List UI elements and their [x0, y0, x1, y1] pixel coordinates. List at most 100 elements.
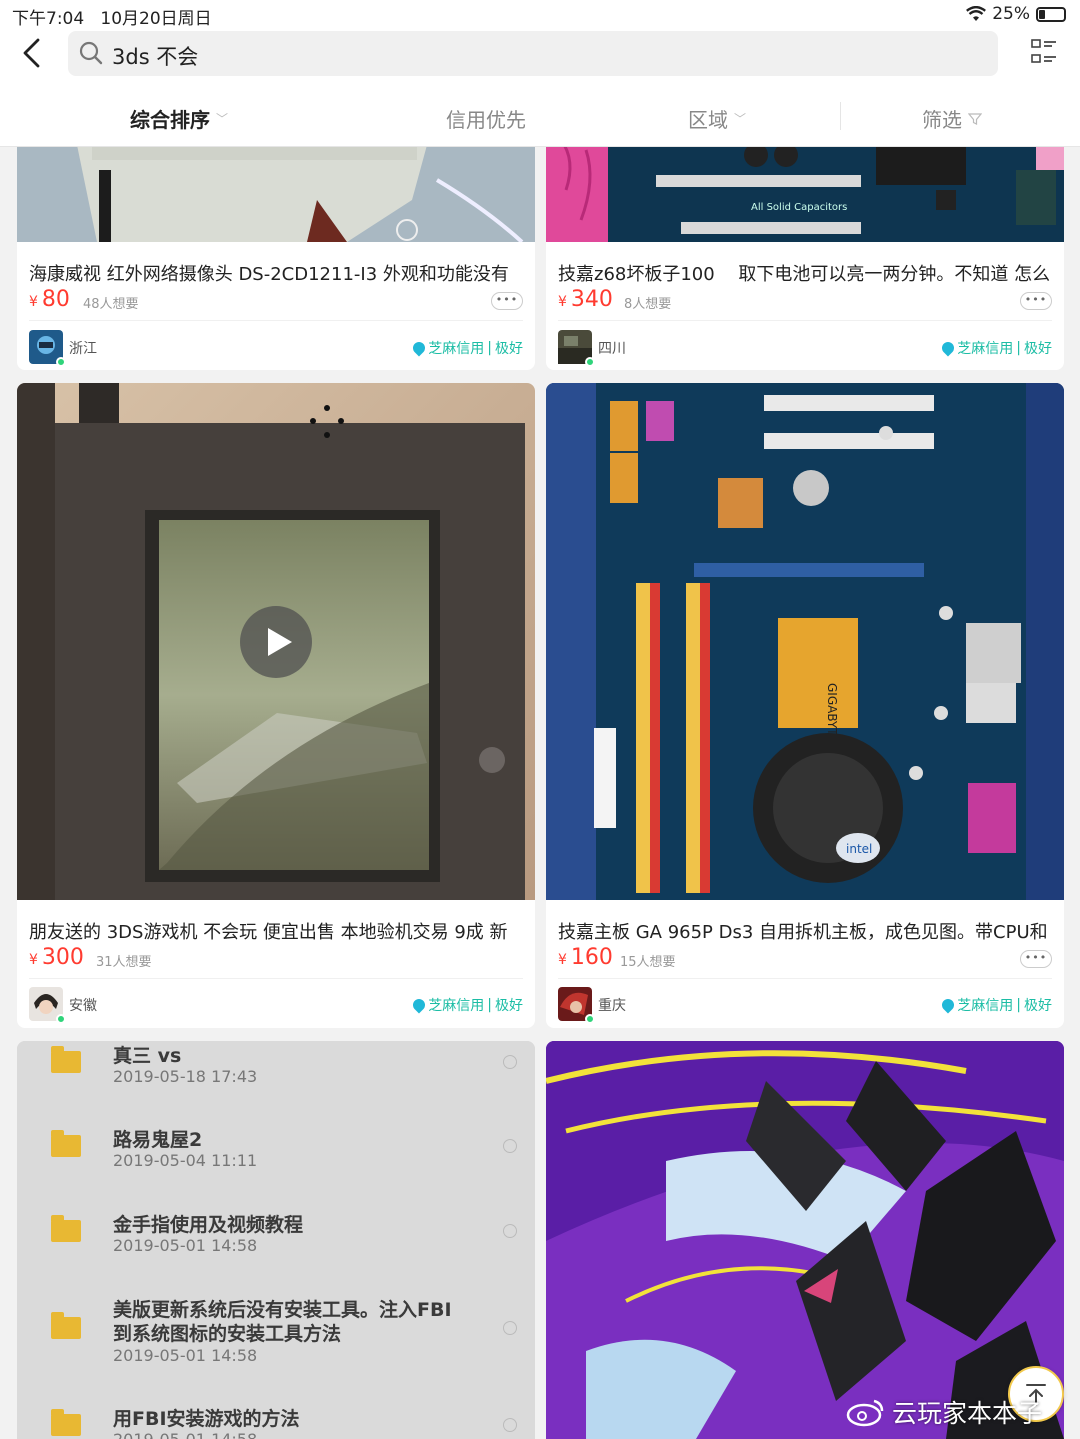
listing-card[interactable]: [546, 1041, 1064, 1439]
filter-bar: 综合排序 ﹀ 信用优先 区域 ﹀ 筛选: [0, 86, 1080, 146]
play-button[interactable]: [240, 606, 312, 678]
tab-credit-priority[interactable]: 信用优先: [446, 104, 526, 133]
listing-title: 技嘉z68坏板子100 取下电池可以亮一两分钟。不知道 怎么: [558, 264, 1051, 285]
folder-item: 路易鬼屋2 2019-05-04 11:11: [47, 1125, 517, 1185]
folder-item: 美版更新系统后没有安装工具。注入FBI 到系统图标的安装工具方法 2019-05…: [47, 1295, 517, 1385]
avatar: [29, 330, 66, 367]
listing-price: ¥160: [558, 945, 613, 970]
price-value: 300: [41, 945, 84, 970]
divider: [558, 320, 1052, 321]
tab-sort-label: 综合排序: [130, 108, 210, 132]
divider: [29, 978, 523, 979]
credit-label: 芝麻信用: [957, 341, 1014, 357]
seller-region: 重庆: [598, 998, 626, 1014]
listing-price: ¥300: [29, 945, 84, 970]
price-value: 160: [570, 945, 613, 970]
listing-card[interactable]: 朋友送的 3DS游戏机 不会玩 便宜出售 本地验机交易 9成 新 ¥300 31…: [17, 383, 535, 1028]
listing-image: 真三 vs 2019-05-18 17:43 路易鬼屋2 2019-05-04 …: [17, 1041, 535, 1439]
folder-icon: [51, 1046, 81, 1073]
online-dot: [585, 357, 595, 367]
more-options-button[interactable]: •••: [491, 292, 523, 310]
listing-image: GIGABYTE intel: [546, 383, 1064, 900]
seller-info[interactable]: 浙江 芝麻信用 | 极好: [29, 330, 523, 367]
radio-icon: [503, 1055, 517, 1069]
seller-region: 浙江: [69, 341, 97, 357]
credit-label: 芝麻信用: [428, 998, 485, 1014]
credit-level: 极好: [1024, 998, 1052, 1014]
svg-text:intel: intel: [846, 842, 872, 856]
folder-item: 金手指使用及视频教程 2019-05-01 14:58: [47, 1210, 517, 1270]
listing-card[interactable]: 真三 vs 2019-05-18 17:43 路易鬼屋2 2019-05-04 …: [17, 1041, 535, 1439]
folder-name: 美版更新系统后没有安装工具。注入FBI: [113, 1299, 452, 1321]
credit-badge: 芝麻信用 | 极好: [410, 995, 523, 1015]
funnel-icon: [968, 112, 982, 125]
credit-level: 极好: [495, 998, 523, 1014]
listing-card[interactable]: GIGABYTE intel 技嘉主板 GA 965P Ds3 自用拆机主板，成…: [546, 383, 1064, 1028]
play-icon: [268, 628, 292, 656]
folder-date: 2019-05-01 14:58: [113, 1430, 257, 1439]
online-dot: [56, 357, 66, 367]
watermark: 云玩家本本子: [846, 1394, 1042, 1430]
want-count: 31人想要: [96, 955, 152, 970]
folder-icon: [51, 1312, 81, 1339]
seller-info[interactable]: 四川 芝麻信用 | 极好: [558, 330, 1052, 367]
battery-icon: [1036, 6, 1066, 22]
avatar: [558, 330, 595, 367]
search-query: 3ds 不会: [112, 45, 199, 69]
credit-level: 极好: [1024, 341, 1052, 357]
battery-percent: 25%: [992, 4, 1030, 24]
search-icon: [79, 41, 103, 65]
listing-title: 技嘉主板 GA 965P Ds3 自用拆机主板，成色见图。带CPU和: [558, 922, 1048, 943]
seller-info[interactable]: 重庆 芝麻信用 | 极好: [558, 987, 1052, 1024]
sesame-credit-icon: [410, 996, 428, 1014]
want-count: 48人想要: [83, 297, 139, 312]
clock-date: 10月20日周日: [100, 9, 212, 29]
tab-filter[interactable]: 筛选: [922, 104, 982, 133]
divider: [29, 320, 523, 321]
sesame-credit-icon: [939, 996, 957, 1014]
search-input[interactable]: 3ds 不会: [68, 31, 998, 76]
folder-date: 2019-05-01 14:58: [113, 1236, 258, 1255]
currency-symbol: ¥: [29, 952, 38, 968]
more-options-button[interactable]: •••: [1020, 292, 1052, 310]
tab-sort[interactable]: 综合排序 ﹀: [130, 104, 228, 133]
radio-icon: [503, 1418, 517, 1432]
svg-text:All Solid Capacitors: All Solid Capacitors: [751, 202, 847, 213]
seller-info[interactable]: 安徽 芝麻信用 | 极好: [29, 987, 523, 1024]
listing-image: [17, 383, 535, 900]
folder-icon: [51, 1130, 81, 1157]
listing-image: [546, 1041, 1064, 1439]
folder-date: 2019-05-04 11:11: [113, 1151, 258, 1170]
back-icon[interactable]: [16, 36, 50, 70]
listing-title: 朋友送的 3DS游戏机 不会玩 便宜出售 本地验机交易 9成 新: [29, 922, 508, 943]
tab-region-label: 区域: [688, 108, 728, 132]
price-value: 80: [41, 287, 70, 312]
listing-title: 海康威视 红外网络摄像头 DS-2CD1211-I3 外观和功能没有: [29, 264, 509, 285]
tab-credit-label: 信用优先: [446, 108, 526, 132]
tab-region[interactable]: 区域 ﹀: [688, 104, 746, 133]
folder-icon: [51, 1215, 81, 1242]
credit-badge: 芝麻信用 | 极好: [939, 995, 1052, 1015]
folder-icon: [51, 1409, 81, 1436]
folder-name: 真三 vs: [113, 1045, 182, 1067]
wifi-icon: [966, 6, 987, 21]
status-right: 25%: [966, 4, 1066, 24]
credit-label: 芝麻信用: [957, 998, 1014, 1014]
folder-item: 用FBI安装游戏的方法 2019-05-01 14:58: [47, 1404, 517, 1439]
radio-icon: [503, 1224, 517, 1238]
folder-date: 2019-05-01 14:58: [113, 1346, 258, 1365]
clock-time: 下午7:04: [12, 9, 85, 29]
credit-level: 极好: [495, 341, 523, 357]
more-options-button[interactable]: •••: [1020, 950, 1052, 968]
filter-divider: [840, 102, 841, 130]
folder-name: 金手指使用及视频教程: [113, 1214, 304, 1236]
list-view-icon[interactable]: [1030, 38, 1058, 66]
credit-label: 芝麻信用: [428, 341, 485, 357]
chevron-down-icon: ﹀: [734, 112, 747, 126]
watermark-text: 云玩家本本子: [892, 1399, 1043, 1428]
currency-symbol: ¥: [558, 294, 567, 310]
folder-date: 2019-05-18 17:43: [113, 1067, 258, 1086]
want-count: 15人想要: [620, 955, 676, 970]
status-time: 下午7:04 10月20日周日: [12, 4, 212, 29]
folder-name-line2: 到系统图标的安装工具方法: [113, 1323, 342, 1345]
